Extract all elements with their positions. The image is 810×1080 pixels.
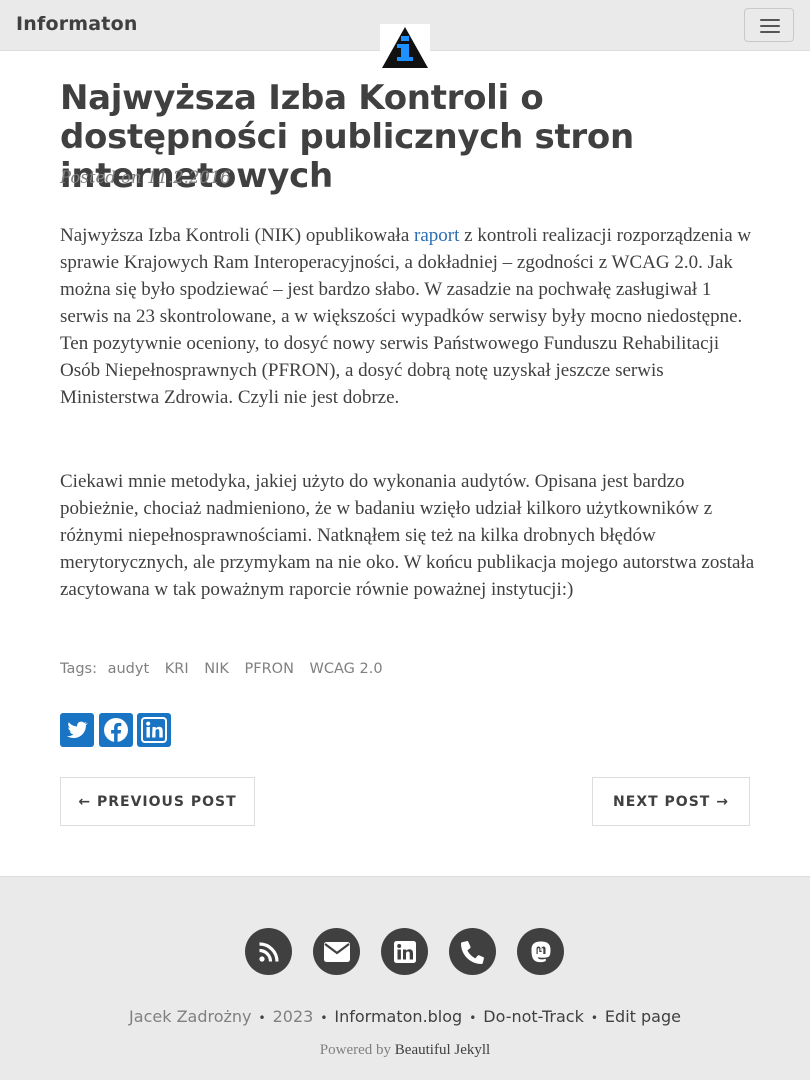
tags-label: Tags:: [60, 661, 97, 677]
tag-link[interactable]: WCAG 2.0: [310, 661, 383, 677]
paragraph-text: Najwyższa Izba Kontroli (NIK) opublikowa…: [60, 225, 415, 246]
site-link[interactable]: Informaton.blog: [334, 1007, 462, 1026]
post-paragraph: Ciekawi mnie metodyka, jakiej użyto do w…: [60, 471, 755, 600]
linkedin-icon[interactable]: [381, 928, 428, 975]
powered-by-text: Powered by: [319, 1042, 395, 1058]
post-paragraph: Najwyższa Izba Kontroli (NIK) opublikowa…: [60, 222, 760, 411]
previous-post-button[interactable]: ← PREVIOUS POST: [60, 777, 255, 826]
separator: •: [469, 1011, 477, 1025]
footer: Jacek Zadrożny • 2023 • Informaton.blog • Do-n…: [0, 876, 810, 1080]
separator: •: [258, 1011, 266, 1025]
facebook-icon: [99, 713, 133, 747]
post-date: Posted on 11.2.2016: [60, 168, 231, 187]
tags-list: Tags: audyt KRI NIK PFRON WCAG 2.0: [60, 661, 383, 677]
footer-credits: Jacek Zadrożny • 2023 • Informaton.blog • Do-n…: [0, 1007, 810, 1026]
envelope-icon[interactable]: [313, 928, 360, 975]
rss-icon[interactable]: [245, 928, 292, 975]
do-not-track-link[interactable]: Do-not-Track: [483, 1007, 584, 1026]
copyright-year: 2023: [272, 1007, 314, 1026]
linkedin-icon: [137, 713, 171, 747]
next-post-button[interactable]: NEXT POST →: [592, 777, 750, 826]
twitter-icon: [60, 713, 94, 747]
report-link[interactable]: raport: [414, 225, 459, 246]
brand-link[interactable]: Informaton: [16, 13, 138, 35]
separator: •: [590, 1011, 598, 1025]
hamburger-icon-bar: [760, 25, 780, 27]
tag-link[interactable]: KRI: [165, 661, 189, 677]
tag-link[interactable]: PFRON: [245, 661, 294, 677]
share-twitter-button[interactable]: [60, 713, 94, 747]
paragraph-text: z kontroli realizacji rozporządzenia w s…: [60, 225, 752, 408]
info-triangle-logo[interactable]: [380, 24, 430, 70]
beautiful-jekyll-link[interactable]: Beautiful Jekyll: [395, 1042, 490, 1058]
edit-page-link[interactable]: Edit page: [605, 1007, 681, 1026]
share-linkedin-button[interactable]: [137, 713, 171, 747]
share-facebook-button[interactable]: [99, 713, 133, 747]
author-name: Jacek Zadrożny: [129, 1007, 252, 1026]
tag-link[interactable]: NIK: [204, 661, 229, 677]
hamburger-icon-bar: [760, 31, 780, 33]
mastodon-icon[interactable]: [517, 928, 564, 975]
phone-icon[interactable]: [449, 928, 496, 975]
powered-by: Powered by Beautiful Jekyll: [0, 1042, 810, 1059]
menu-toggle-button[interactable]: [744, 8, 794, 42]
hamburger-icon: [760, 19, 780, 21]
tag-link[interactable]: audyt: [108, 661, 150, 677]
separator: •: [320, 1011, 328, 1025]
